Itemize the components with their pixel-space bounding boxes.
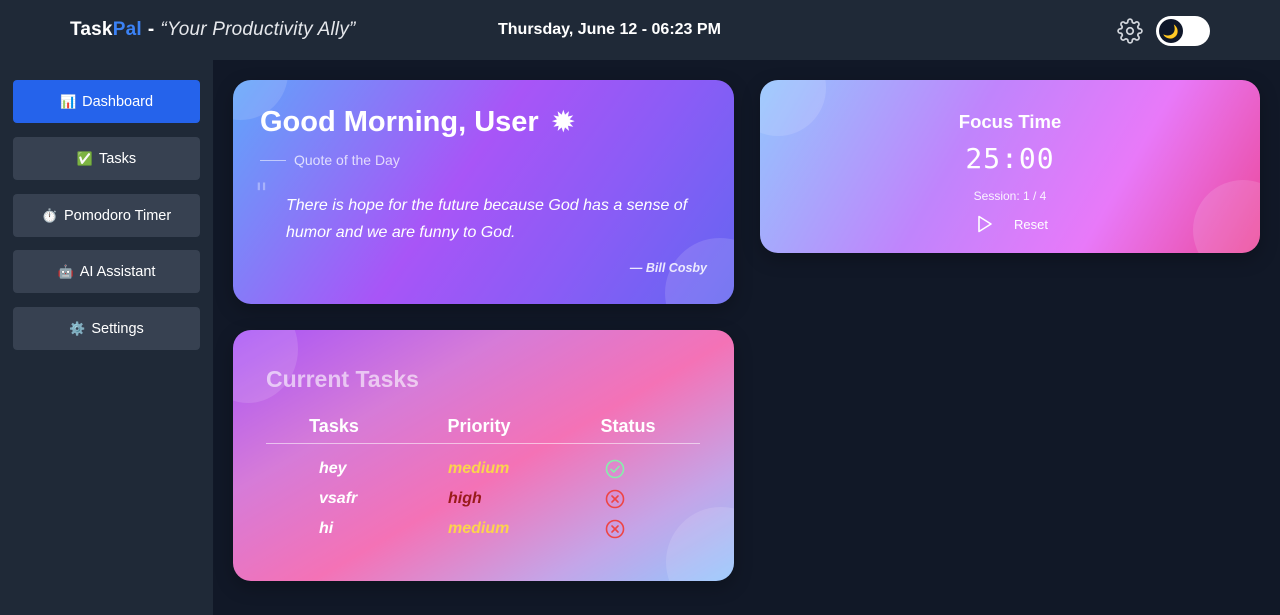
sidebar-item-dashboard[interactable]: 📊 Dashboard	[13, 80, 200, 123]
quote-text: There is hope for the future because God…	[286, 197, 688, 241]
quote-author: — Bill Cosby	[629, 261, 707, 275]
x-circle-icon	[605, 489, 625, 509]
greeting-text: Good Morning, User	[260, 106, 539, 138]
task-name: hey	[319, 460, 347, 477]
sidebar: 📊 Dashboard ✅ Tasks ⏱️ Pomodoro Timer 🤖 …	[0, 60, 213, 615]
play-button[interactable]	[975, 214, 995, 234]
toggle-knob: 🌙	[1159, 19, 1183, 43]
settings-button[interactable]	[1116, 17, 1144, 45]
status-pending-button[interactable]	[604, 518, 626, 540]
reset-button[interactable]: Reset	[1014, 217, 1048, 232]
sidebar-item-settings[interactable]: ⚙️ Settings	[13, 307, 200, 350]
current-tasks-card: Current Tasks Tasks Priority Status hey …	[233, 330, 734, 581]
task-name: hi	[319, 520, 334, 537]
greeting-card: Good Morning, User ✹ Quote of the Day " …	[233, 80, 734, 304]
sidebar-item-label: Tasks	[99, 150, 137, 167]
quote-label: Quote of the Day	[260, 152, 400, 168]
task-priority-medium: medium	[448, 460, 510, 477]
check-circle-icon	[605, 459, 625, 479]
sidebar-item-label: Settings	[91, 320, 144, 337]
sidebar-item-label: AI Assistant	[79, 263, 156, 280]
divider	[260, 159, 286, 161]
decor-bubble	[666, 507, 734, 581]
x-circle-icon	[605, 519, 625, 539]
brand-dash: -	[147, 19, 155, 40]
greeting-heading: Good Morning, User ✹	[260, 106, 576, 139]
column-header-tasks: Tasks	[309, 416, 359, 436]
task-priority-high: high	[448, 490, 482, 507]
current-datetime: Thursday, June 12 - 06:23 PM	[498, 21, 721, 38]
moon-icon: 🌙	[1162, 23, 1180, 39]
quote-label-text: Quote of the Day	[294, 152, 400, 168]
brand-task: Task	[70, 19, 113, 40]
sidebar-item-tasks[interactable]: ✅ Tasks	[13, 137, 200, 180]
app-brand: TaskPal - “Your Productivity Ally”	[70, 19, 356, 41]
gear-icon	[1117, 18, 1143, 44]
brand-pal: Pal	[112, 19, 142, 40]
stopwatch-icon: ⏱️	[41, 207, 58, 223]
robot-icon: 🤖	[57, 263, 74, 279]
status-pending-button[interactable]	[604, 488, 626, 510]
chart-icon: 📊	[59, 93, 77, 109]
session-counter: Session: 1 / 4	[973, 189, 1047, 203]
theme-toggle[interactable]: 🌙	[1156, 16, 1210, 46]
sidebar-item-pomodoro[interactable]: ⏱️ Pomodoro Timer	[13, 194, 200, 237]
check-icon: ✅	[76, 150, 94, 166]
status-done-button[interactable]	[604, 458, 626, 480]
sun-icon: ✹	[550, 105, 576, 139]
gear-icon: ⚙️	[69, 320, 86, 336]
sidebar-item-label: Pomodoro Timer	[64, 207, 172, 224]
play-icon	[978, 215, 992, 233]
quote-mark-icon: "	[255, 177, 268, 210]
focus-timer-card: Focus Time 25:00 Session: 1 / 4 Reset	[760, 80, 1260, 253]
focus-title: Focus Time	[958, 111, 1062, 132]
task-priority-medium: medium	[448, 520, 510, 537]
column-header-status: Status	[600, 416, 656, 436]
timer-display: 25:00	[965, 142, 1055, 175]
column-header-priority: Priority	[447, 416, 511, 436]
header-divider	[266, 443, 700, 444]
task-name: vsafr	[319, 490, 358, 507]
sidebar-item-ai-assistant[interactable]: 🤖 AI Assistant	[13, 250, 200, 293]
top-bar: TaskPal - “Your Productivity Ally” Thursda…	[0, 0, 1280, 60]
tasks-title: Current Tasks	[266, 366, 419, 392]
sidebar-item-label: Dashboard	[82, 93, 154, 110]
app-tagline: “Your Productivity Ally”	[160, 19, 356, 40]
